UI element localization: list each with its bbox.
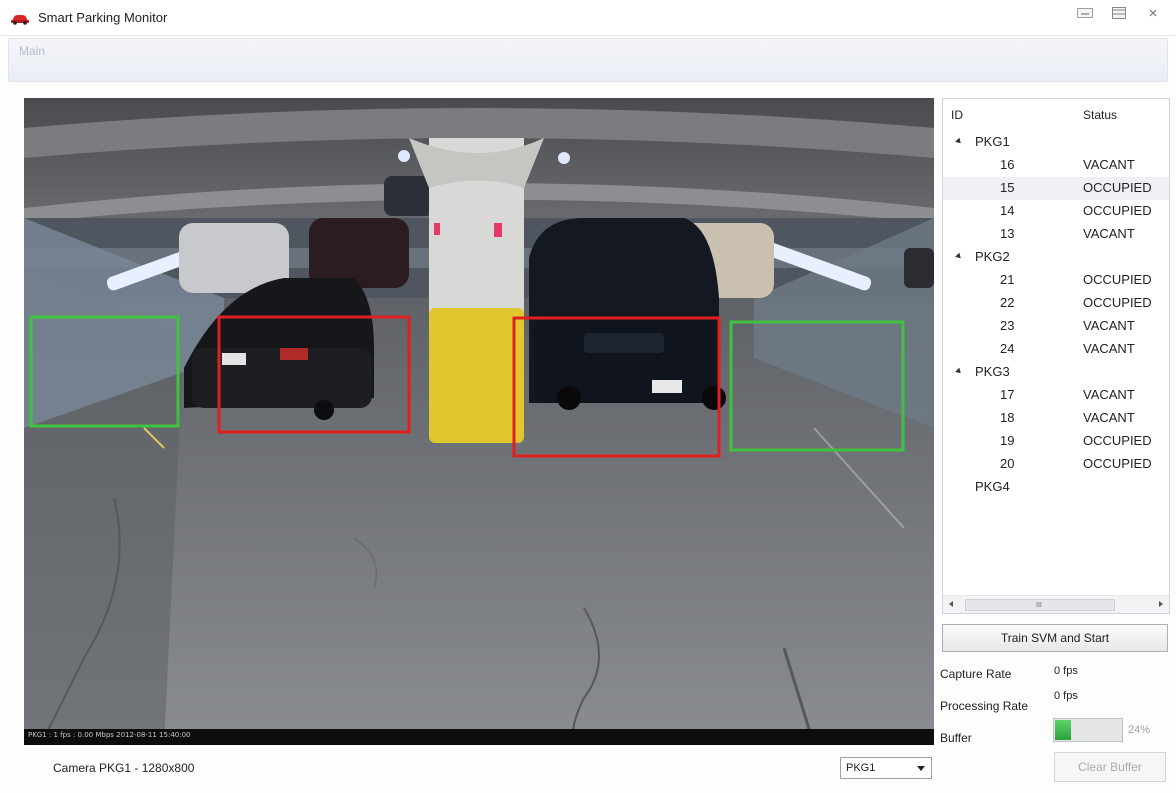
scroll-right-icon[interactable] xyxy=(1159,601,1163,607)
menu-main[interactable]: Main xyxy=(19,44,45,58)
spot-status: OCCUPIED xyxy=(1083,456,1152,471)
spot-status: VACANT xyxy=(1083,157,1135,172)
red-car-icon xyxy=(10,12,30,25)
tree-row[interactable]: 17 VACANT xyxy=(943,384,1169,407)
expand-arrow-icon[interactable] xyxy=(955,137,963,146)
tree-group-pkg3[interactable]: PKG3 xyxy=(943,361,1169,384)
horizontal-scrollbar[interactable]: III xyxy=(943,595,1169,613)
group-label: PKG1 xyxy=(975,134,1010,149)
tree-header: ID Status xyxy=(943,99,1169,129)
spot-status: VACANT xyxy=(1083,341,1135,356)
buffer-progress-bar xyxy=(1053,718,1123,742)
spot-status: OCCUPIED xyxy=(1083,295,1152,310)
close-icon[interactable] xyxy=(1140,4,1166,22)
chevron-down-icon xyxy=(917,766,925,771)
spot-id: 23 xyxy=(1000,318,1015,333)
tree-group-pkg2[interactable]: PKG2 xyxy=(943,246,1169,269)
camera-select[interactable]: PKG1 xyxy=(840,757,932,779)
tree-row[interactable]: 23 VACANT xyxy=(943,315,1169,338)
spot-id: 17 xyxy=(1000,387,1015,402)
video-overlay-text: PKG1 : 1 fps : 0.00 Mbps 2012-08-11 15:4… xyxy=(28,731,191,739)
menu-bar: Main xyxy=(8,38,1168,82)
clear-buffer-button[interactable]: Clear Buffer xyxy=(1054,752,1166,782)
camera-info: Camera PKG1 - 1280x800 xyxy=(53,761,195,775)
tree-group-pkg4[interactable]: PKG4 xyxy=(943,476,1169,499)
processing-rate-label: Processing Rate xyxy=(940,699,1029,713)
spot-status: VACANT xyxy=(1083,318,1135,333)
minimize-icon[interactable] xyxy=(1072,4,1098,22)
column-header-id[interactable]: ID xyxy=(951,108,963,122)
spot-status: OCCUPIED xyxy=(1083,203,1152,218)
group-label: PKG4 xyxy=(975,479,1010,494)
spot-status: OCCUPIED xyxy=(1083,272,1152,287)
buffer-label: Buffer xyxy=(940,731,972,745)
tree-row[interactable]: 14 OCCUPIED xyxy=(943,200,1169,223)
spot-id: 21 xyxy=(1000,272,1015,287)
tree-row[interactable]: 18 VACANT xyxy=(943,407,1169,430)
tree-group-pkg1[interactable]: PKG1 xyxy=(943,131,1169,154)
tree-row[interactable]: 21 OCCUPIED xyxy=(943,269,1169,292)
parking-scene xyxy=(24,98,934,745)
spot-status: VACANT xyxy=(1083,226,1135,241)
tree-row[interactable]: 22 OCCUPIED xyxy=(943,292,1169,315)
spot-id: 15 xyxy=(1000,180,1015,195)
scroll-left-icon[interactable] xyxy=(949,601,953,607)
camera-select-value: PKG1 xyxy=(846,762,876,774)
tree-row[interactable]: 16 VACANT xyxy=(943,154,1169,177)
tree-row[interactable]: 19 OCCUPIED xyxy=(943,430,1169,453)
group-label: PKG3 xyxy=(975,364,1010,379)
tree-row[interactable]: 24 VACANT xyxy=(943,338,1169,361)
scrollbar-grip: III xyxy=(1036,602,1042,609)
spot-id: 16 xyxy=(1000,157,1015,172)
capture-rate-label: Capture Rate xyxy=(940,667,1012,681)
spot-id: 19 xyxy=(1000,433,1015,448)
buffer-progress-fill xyxy=(1055,720,1071,740)
group-label: PKG2 xyxy=(975,249,1010,264)
expand-arrow-icon[interactable] xyxy=(955,367,963,376)
spot-status: OCCUPIED xyxy=(1083,433,1152,448)
window-title: Smart Parking Monitor xyxy=(38,10,168,25)
maximize-icon[interactable] xyxy=(1106,4,1132,22)
video-status-bar: PKG1 : 1 fps : 0.00 Mbps 2012-08-11 15:4… xyxy=(24,729,934,745)
capture-rate-value: 0 fps xyxy=(1054,665,1078,677)
tree-row[interactable]: 13 VACANT xyxy=(943,223,1169,246)
expand-arrow-icon[interactable] xyxy=(955,252,963,261)
window-controls xyxy=(1072,4,1166,22)
tree-row-selected[interactable]: 15 OCCUPIED xyxy=(943,177,1169,200)
spot-id: 22 xyxy=(1000,295,1015,310)
spot-id: 20 xyxy=(1000,456,1015,471)
spot-status: VACANT xyxy=(1083,387,1135,402)
camera-feed: PKG1 : 1 fps : 0.00 Mbps 2012-08-11 15:4… xyxy=(24,98,934,745)
spot-status: OCCUPIED xyxy=(1083,180,1152,195)
title-bar: Smart Parking Monitor xyxy=(0,0,1176,36)
tree-row[interactable]: 20 OCCUPIED xyxy=(943,453,1169,476)
spot-status-tree[interactable]: ID Status PKG1 16 VACANT 15 OCCUPIED 14 … xyxy=(942,98,1170,614)
buffer-percent: 24% xyxy=(1128,724,1151,736)
spot-id: 18 xyxy=(1000,410,1015,425)
column-header-status[interactable]: Status xyxy=(1083,108,1117,122)
scrollbar-thumb[interactable]: III xyxy=(965,599,1115,611)
spot-status: VACANT xyxy=(1083,410,1135,425)
spot-id: 14 xyxy=(1000,203,1015,218)
processing-rate-value: 0 fps xyxy=(1054,690,1078,702)
train-svm-button[interactable]: Train SVM and Start xyxy=(942,624,1168,652)
spot-id: 24 xyxy=(1000,341,1015,356)
spot-id: 13 xyxy=(1000,226,1015,241)
